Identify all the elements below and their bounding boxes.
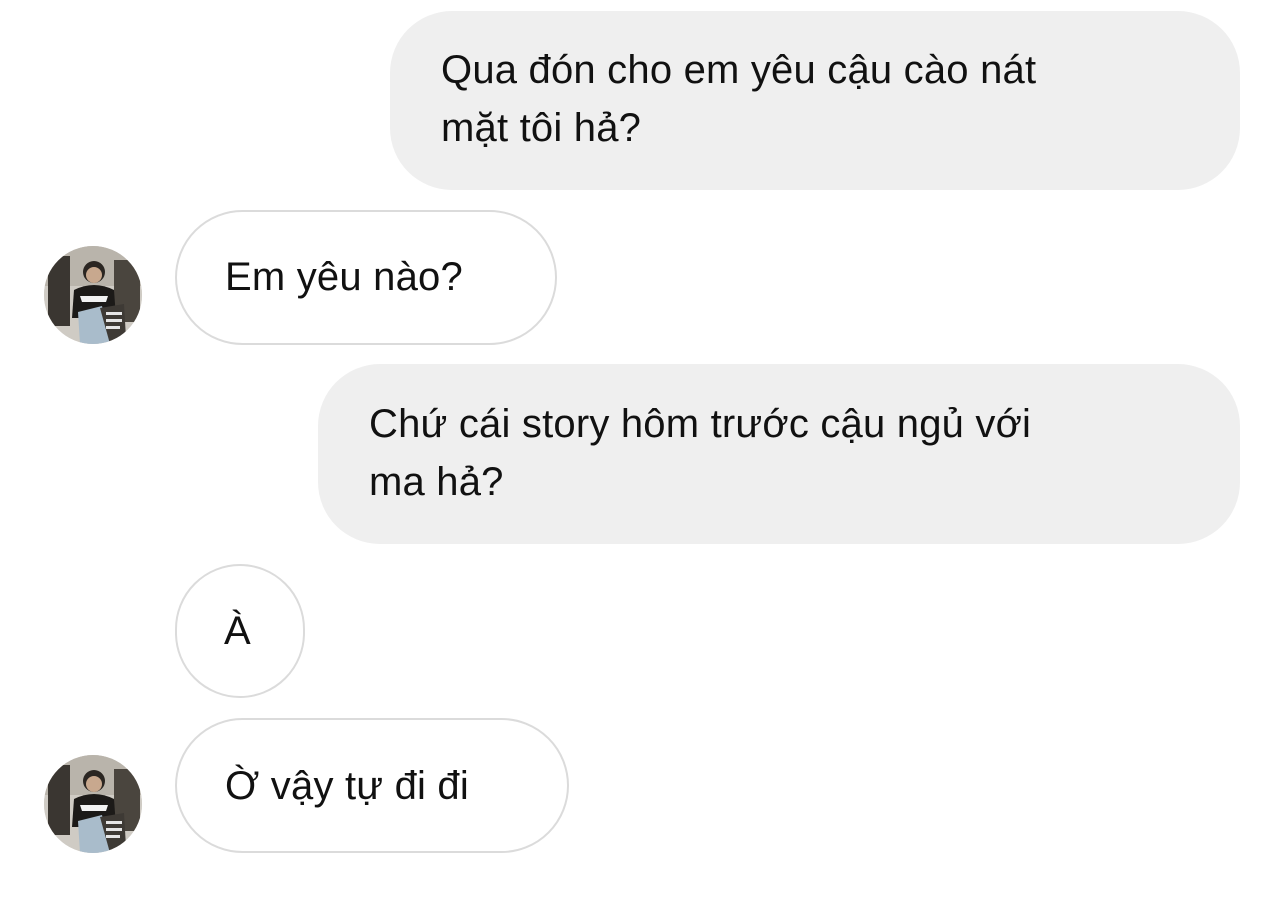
profile-photo-icon (44, 755, 142, 853)
message-text: Chứ cái story hôm trước cậu ngủ với ma h… (369, 402, 1032, 504)
message-text: À (224, 609, 251, 653)
message-text: Qua đón cho em yêu cậu cào nát mặt tôi h… (441, 48, 1037, 150)
profile-photo-icon (44, 246, 142, 344)
sent-message-bubble[interactable]: Chứ cái story hôm trước cậu ngủ với ma h… (318, 364, 1240, 544)
received-message-bubble[interactable]: Em yêu nào? (175, 210, 557, 345)
sender-avatar[interactable] (44, 246, 142, 344)
message-text: Ờ vậy tự đi đi (225, 764, 469, 808)
chat-thread: Qua đón cho em yêu cậu cào nát mặt tôi h… (0, 0, 1284, 902)
received-message-bubble[interactable]: À (175, 564, 305, 698)
message-text: Em yêu nào? (225, 255, 463, 299)
sender-avatar[interactable] (44, 755, 142, 853)
received-message-bubble[interactable]: Ờ vậy tự đi đi (175, 718, 569, 853)
sent-message-bubble[interactable]: Qua đón cho em yêu cậu cào nát mặt tôi h… (390, 11, 1240, 190)
